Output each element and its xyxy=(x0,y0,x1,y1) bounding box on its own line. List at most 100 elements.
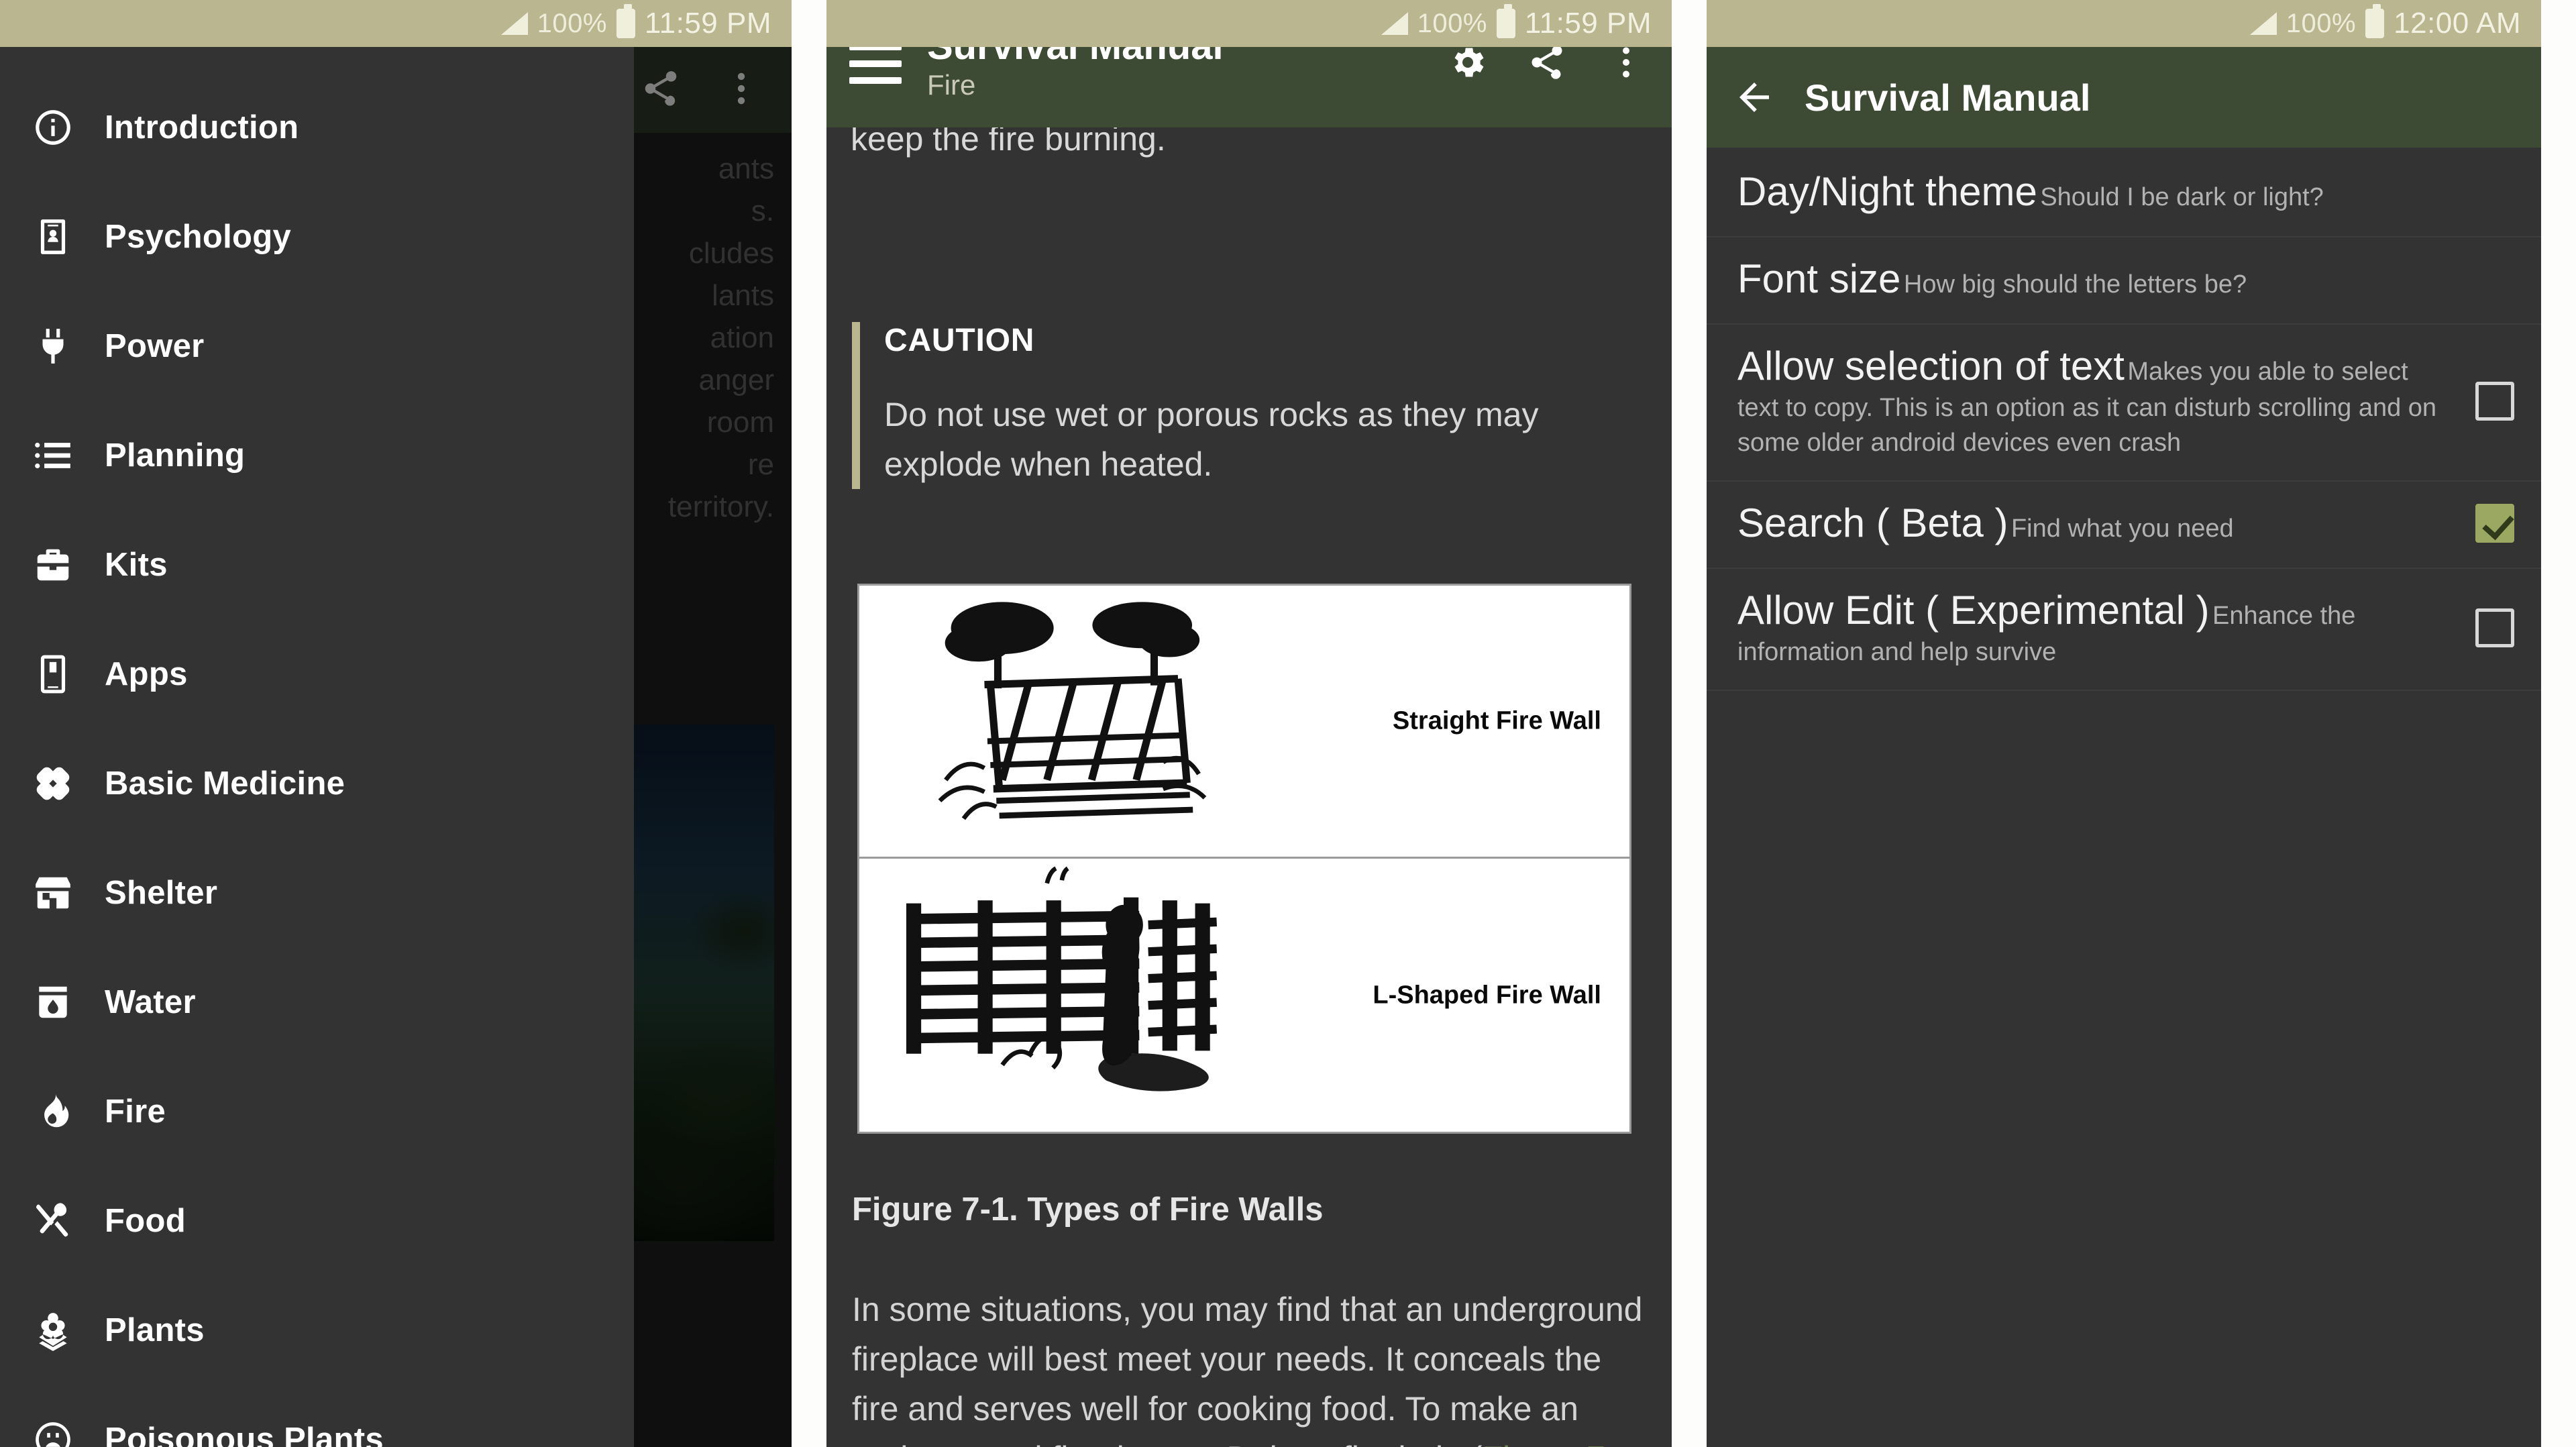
sidebar-item-kits[interactable]: Kits xyxy=(0,510,634,619)
water-drop-icon xyxy=(32,981,105,1023)
battery-full-icon xyxy=(1496,4,1515,38)
figure-caption: Figure 7-1. Types of Fire Walls xyxy=(852,1191,1324,1228)
info-icon xyxy=(32,107,105,148)
sidebar-item-label: Kits xyxy=(105,546,168,583)
checkbox-allow-edit[interactable] xyxy=(2475,608,2514,647)
settings-toolbar: Survival Manual xyxy=(1707,47,2541,148)
article-body: just below of the wind level wind blowin… xyxy=(826,47,1672,1447)
sidebar-item-label: Water xyxy=(105,983,196,1020)
sidebar-item-power[interactable]: Power xyxy=(0,291,634,400)
article-paragraph-bottom: In some situations, you may find that an… xyxy=(852,1285,1649,1447)
cutlery-icon xyxy=(32,1200,105,1242)
caution-block: CAUTION Do not use wet or porous rocks a… xyxy=(852,322,1631,489)
panel-gutter-1 xyxy=(792,0,826,1447)
figure-straight-fire-wall: Straight Fire Wall xyxy=(857,584,1631,859)
signal-triangle-icon xyxy=(2249,12,2277,35)
sidebar-item-planning[interactable]: Planning xyxy=(0,400,634,510)
fire-icon xyxy=(32,1091,105,1132)
sidebar-item-water[interactable]: Water xyxy=(0,947,634,1057)
setting-row-allow-edit-experimental[interactable]: Allow Edit ( Experimental ) Enhance the … xyxy=(1707,569,2541,691)
toolbar-actions xyxy=(1448,42,1646,86)
sidebar-item-label: Psychology xyxy=(105,218,292,255)
sidebar-item-label: Power xyxy=(105,327,205,364)
setting-subtitle: How big should the letters be? xyxy=(1903,270,2247,299)
checkbox-allow-selection[interactable] xyxy=(2475,382,2514,421)
status-bar-3: 100% 12:00 AM xyxy=(1707,0,2541,47)
signal-triangle-icon xyxy=(1381,12,1408,35)
clock-label-1: 11:59 PM xyxy=(644,7,771,40)
setting-row-search-beta[interactable]: Search ( Beta ) Find what you need xyxy=(1707,482,2541,569)
caution-text: Do not use wet or porous rocks as they m… xyxy=(884,396,1539,483)
phone-panel-article: 100% 11:59 PM just below of the wind lev… xyxy=(826,0,1672,1447)
sidebar-item-label: Poisonous Plants xyxy=(105,1421,384,1447)
setting-text: Allow Edit ( Experimental ) Enhance the … xyxy=(1737,586,2475,669)
id-card-icon xyxy=(32,216,105,258)
sidebar-item-poisonous-plants[interactable]: Poisonous Plants xyxy=(0,1385,634,1447)
setting-row-day-night-theme[interactable]: Day/Night theme Should I be dark or ligh… xyxy=(1707,150,2541,237)
clock-label-2: 11:59 PM xyxy=(1524,7,1652,40)
figure-l-shaped-fire-wall: L-Shaped Fire Wall xyxy=(857,857,1631,1134)
figure-label: Straight Fire Wall xyxy=(1392,706,1601,735)
battery-full-icon xyxy=(616,4,635,38)
gear-icon[interactable] xyxy=(1448,42,1488,86)
setting-text: Font size How big should the letters be? xyxy=(1737,255,2475,303)
setting-title: Day/Night theme xyxy=(1737,169,2037,214)
setting-row-font-size[interactable]: Font size How big should the letters be? xyxy=(1707,237,2541,325)
page-title: Survival Manual xyxy=(1805,76,2091,119)
sidebar-item-label: Food xyxy=(105,1202,186,1239)
phone-panel-settings: 100% 12:00 AM Survival Manual Day/Night … xyxy=(1707,0,2541,1447)
status-bar-2: 100% 11:59 PM xyxy=(826,0,1672,47)
more-vert-icon[interactable] xyxy=(1606,42,1646,86)
share-icon[interactable] xyxy=(1527,42,1567,86)
battery-percent-label: 100% xyxy=(2286,8,2357,38)
sidebar-item-label: Apps xyxy=(105,655,188,692)
page-subtitle: Fire xyxy=(927,69,976,101)
setting-text: Allow selection of text Makes you able t… xyxy=(1737,342,2475,460)
caution-title: CAUTION xyxy=(884,323,1035,358)
toolbox-icon xyxy=(32,544,105,586)
sidebar-item-label: Planning xyxy=(105,437,246,474)
settings-body: Survival Manual Day/Night theme Should I… xyxy=(1707,47,2541,1447)
straight-fire-wall-illustration xyxy=(938,602,1207,820)
power-plug-icon xyxy=(32,325,105,367)
status-bar-1: 100% 11:59 PM xyxy=(0,0,792,47)
l-shaped-fire-wall-illustration xyxy=(906,866,1217,1091)
bandage-icon xyxy=(32,763,105,804)
setting-text: Search ( Beta ) Find what you need xyxy=(1737,499,2475,547)
signal-triangle-icon xyxy=(500,12,528,35)
arrow-left-icon[interactable] xyxy=(1732,75,1776,119)
setting-title: Allow selection of text xyxy=(1737,343,2125,388)
panel-gutter-2 xyxy=(1672,0,1707,1447)
setting-title: Font size xyxy=(1737,256,1901,301)
setting-subtitle: Find what you need xyxy=(2010,515,2234,543)
navigation-drawer: Introduction Psychology Power Planning K… xyxy=(0,47,634,1447)
sidebar-item-label: Shelter xyxy=(105,874,218,911)
sidebar-item-fire[interactable]: Fire xyxy=(0,1057,634,1166)
paragraph-text-a: In some situations, you may find that an… xyxy=(852,1291,1643,1447)
sidebar-item-basic-medicine[interactable]: Basic Medicine xyxy=(0,729,634,838)
sidebar-item-psychology[interactable]: Psychology xyxy=(0,182,634,291)
shelter-icon xyxy=(32,872,105,914)
checkbox-search-beta[interactable] xyxy=(2475,504,2514,543)
sidebar-item-label: Fire xyxy=(105,1093,166,1130)
phone-icon xyxy=(32,653,105,695)
sidebar-item-plants[interactable]: Plants xyxy=(0,1275,634,1385)
setting-row-allow-selection-of-text[interactable]: Allow selection of text Makes you able t… xyxy=(1707,325,2541,482)
battery-percent-label: 100% xyxy=(1417,8,1487,38)
setting-title: Allow Edit ( Experimental ) xyxy=(1737,588,2210,633)
setting-text: Day/Night theme Should I be dark or ligh… xyxy=(1737,168,2475,216)
setting-title: Search ( Beta ) xyxy=(1737,500,2008,545)
sidebar-item-apps[interactable]: Apps xyxy=(0,619,634,729)
settings-list: Day/Night theme Should I be dark or ligh… xyxy=(1707,148,2541,691)
phone-panel-drawer: 100% 11:59 PM ants s. cludes lants ation… xyxy=(0,0,792,1447)
sidebar-item-label: Introduction xyxy=(105,109,299,146)
sidebar-item-label: Plants xyxy=(105,1311,205,1348)
sidebar-item-introduction[interactable]: Introduction xyxy=(0,72,634,182)
figure-label: L-Shaped Fire Wall xyxy=(1373,981,1601,1009)
sidebar-item-food[interactable]: Food xyxy=(0,1166,634,1275)
hamburger-menu-icon[interactable] xyxy=(849,44,902,84)
sidebar-item-shelter[interactable]: Shelter xyxy=(0,838,634,947)
flower-icon xyxy=(32,1309,105,1351)
sad-face-icon xyxy=(32,1419,105,1447)
battery-percent-label: 100% xyxy=(537,8,607,38)
